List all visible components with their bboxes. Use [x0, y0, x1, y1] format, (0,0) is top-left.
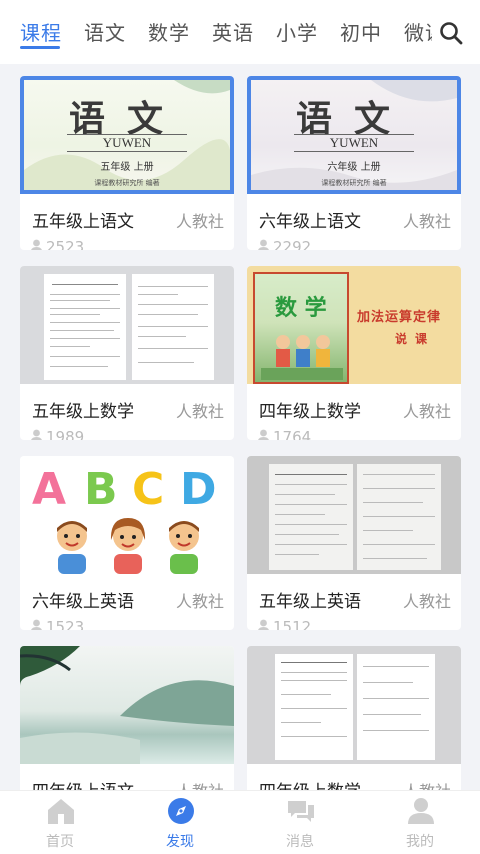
bottom-navigation: 首页 发现 消息 我的 [0, 790, 480, 854]
course-title: 五年级上英语 [259, 592, 361, 612]
cover-grade: 五年级 上册 [100, 162, 154, 173]
course-thumbnail [247, 456, 461, 574]
cover-subtitle: YUWEN [67, 134, 187, 152]
nav-label: 首页 [46, 834, 74, 850]
kid-illustration [57, 521, 87, 574]
course-thumbnail [247, 646, 461, 764]
course-grid: 语文 YUWEN 五年级 上册 课程教材研究所 编著 五年级上语文 人教社 25… [0, 64, 480, 790]
course-publisher: 人教社 [402, 402, 451, 421]
search-icon [440, 22, 463, 45]
nav-label: 消息 [286, 834, 314, 850]
nav-label: 发现 [166, 834, 194, 850]
letter-d: D [180, 464, 217, 515]
course-publisher: 人教社 [403, 781, 451, 790]
document-page [269, 464, 353, 570]
course-title: 四年级上语文 [32, 781, 134, 790]
tab-junior[interactable]: 初中 [340, 20, 382, 46]
nav-label: 我的 [406, 834, 434, 850]
course-card[interactable]: A B C D 六年级上英语 人教社 1523 [20, 456, 234, 630]
cover-subtitle: YUWEN [294, 134, 414, 152]
cover-grade: 六年级 上册 [327, 162, 381, 173]
tab-microclass[interactable]: 微课 [404, 20, 432, 46]
view-count: 2292 [273, 238, 312, 250]
course-publisher: 人教社 [402, 592, 451, 611]
kid-illustration [110, 518, 146, 574]
user-icon [408, 798, 434, 824]
nav-profile[interactable]: 我的 [360, 791, 480, 854]
course-publisher: 人教社 [175, 402, 224, 421]
nav-home[interactable]: 首页 [0, 791, 120, 854]
cover-publisher: 课程教材研究所 编著 [94, 179, 160, 187]
tab-math[interactable]: 数学 [148, 20, 190, 46]
course-publisher: 人教社 [176, 781, 224, 790]
course-card[interactable]: 语文 YUWEN 六年级 上册 课程教材研究所 编著 六年级上语文 人教社 22… [247, 76, 461, 250]
document-page [357, 464, 441, 570]
course-thumbnail [20, 646, 234, 764]
document-page [275, 654, 353, 760]
course-card[interactable]: 五年级上数学 人教社 1989 [20, 266, 234, 440]
category-tabs: 课程 语文 数学 英语 小学 初中 微课 [0, 0, 432, 64]
person-icon [258, 429, 269, 440]
cover-title: 数 学 [275, 296, 327, 321]
letter-a: A [32, 464, 67, 515]
course-card[interactable]: 四年级上数学 人教社 [247, 646, 461, 790]
search-button[interactable] [438, 20, 464, 46]
document-page [132, 274, 214, 380]
course-publisher: 人教社 [175, 592, 224, 611]
course-thumbnail: A B C D [20, 456, 234, 574]
course-thumbnail: 语文 YUWEN 五年级 上册 课程教材研究所 编著 [20, 76, 234, 194]
landscape-painting [20, 646, 234, 764]
tab-primary[interactable]: 小学 [276, 20, 318, 46]
letter-c: C [132, 464, 165, 515]
kid-illustration [169, 521, 199, 574]
course-title: 四年级上数学 [259, 402, 361, 422]
cover-publisher: 课程教材研究所 编著 [321, 179, 387, 187]
person-icon [258, 239, 269, 250]
person-icon [258, 619, 269, 630]
course-card[interactable]: 数 学 加法运算定律 说课 四年级上数学 人教社 1764 [247, 266, 461, 440]
home-icon [48, 799, 74, 824]
course-title: 六年级上英语 [32, 592, 134, 612]
chat-icon [288, 801, 314, 822]
course-title: 五年级上语文 [32, 212, 134, 232]
active-tab-indicator [20, 46, 60, 49]
nav-discover[interactable]: 发现 [120, 791, 240, 854]
course-thumbnail [20, 266, 234, 384]
course-publisher: 人教社 [175, 212, 224, 231]
lesson-type: 说课 [395, 332, 436, 346]
view-count: 2523 [46, 238, 85, 250]
view-count: 1764 [273, 428, 312, 440]
course-thumbnail: 语文 YUWEN 六年级 上册 课程教材研究所 编著 [247, 76, 461, 194]
view-count: 1512 [273, 618, 312, 630]
course-title: 五年级上数学 [32, 402, 134, 422]
compass-icon [168, 798, 194, 824]
course-title: 六年级上语文 [259, 212, 361, 232]
person-icon [31, 429, 42, 440]
person-icon [31, 619, 42, 630]
course-card[interactable]: 五年级上英语 人教社 1512 [247, 456, 461, 630]
lesson-title: 加法运算定律 [357, 310, 442, 325]
course-thumbnail: 数 学 加法运算定律 说课 [247, 266, 461, 384]
tab-course[interactable]: 课程 [20, 20, 62, 46]
course-card[interactable]: 四年级上语文 人教社 [20, 646, 234, 790]
children-illustration [261, 335, 343, 380]
textbook-cover: 数 学 [253, 272, 349, 384]
course-title: 四年级上数学 [259, 781, 361, 790]
view-count: 1523 [46, 618, 85, 630]
course-publisher: 人教社 [402, 212, 451, 231]
view-count: 1989 [46, 428, 85, 440]
top-tab-bar: 课程 语文 数学 英语 小学 初中 微课 [0, 0, 480, 64]
nav-messages[interactable]: 消息 [240, 791, 360, 854]
tab-chinese[interactable]: 语文 [84, 20, 126, 46]
letter-b: B [84, 464, 118, 515]
document-page [44, 274, 126, 380]
course-card[interactable]: 语文 YUWEN 五年级 上册 课程教材研究所 编著 五年级上语文 人教社 25… [20, 76, 234, 250]
document-page [357, 654, 435, 760]
person-icon [31, 239, 42, 250]
tab-english[interactable]: 英语 [212, 20, 254, 46]
